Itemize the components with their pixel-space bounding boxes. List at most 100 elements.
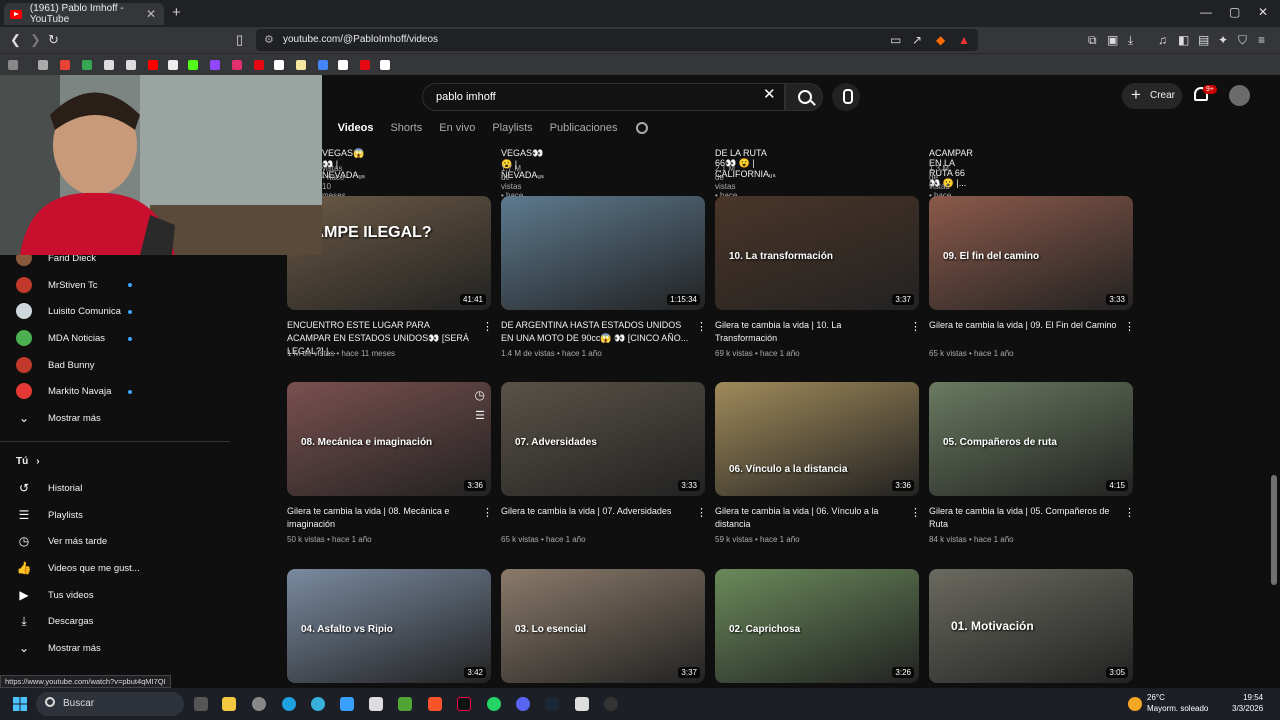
minimize-icon[interactable]: —: [1200, 5, 1212, 19]
bookmark-download-icon[interactable]: [38, 60, 48, 70]
share-icon[interactable]: ↗: [912, 33, 922, 47]
taskbar-search[interactable]: Buscar: [36, 692, 184, 716]
tiktok-icon[interactable]: [457, 697, 471, 711]
edge-icon[interactable]: [282, 697, 296, 711]
extensions-icon[interactable]: ⧉: [1088, 33, 1097, 48]
bookmark-x-icon[interactable]: [274, 60, 284, 70]
more-options-icon[interactable]: ⋮: [910, 506, 921, 519]
video-thumbnail[interactable]: 09. El fin del camino 3:33: [929, 196, 1133, 310]
video-thumbnail[interactable]: 10. La transformación 3:37: [715, 196, 919, 310]
add-to-queue-icon[interactable]: ☰: [475, 409, 485, 422]
forward-icon[interactable]: ❯: [30, 32, 41, 48]
weather-widget[interactable]: 26°C Mayorm. soleado: [1147, 692, 1208, 714]
reload-icon[interactable]: ↻: [48, 32, 59, 48]
tab-close-icon[interactable]: ✕: [146, 7, 156, 21]
voice-search-icon[interactable]: [832, 83, 860, 111]
discord-icon[interactable]: [516, 697, 530, 711]
bookmark-icon[interactable]: [168, 60, 178, 70]
video-thumbnail[interactable]: 07. Adversidades 3:33: [501, 382, 705, 496]
video-title[interactable]: Gilera te cambia la vida | 06. Vínculo a…: [715, 505, 903, 531]
video-thumbnail[interactable]: 03. Lo esencial 3:37: [501, 569, 705, 683]
video-thumbnail[interactable]: 08. Mecánica e imaginación 3:36 ◷ ☰: [287, 382, 491, 496]
more-options-icon[interactable]: ⋮: [696, 320, 707, 333]
show-more-subscriptions[interactable]: ⌄ Mostrar más: [16, 408, 101, 428]
tab-shorts[interactable]: Shorts: [390, 122, 422, 134]
bookmark-icon[interactable]: [104, 60, 114, 70]
bookmark-netflix-icon[interactable]: [254, 60, 264, 70]
xbox-icon[interactable]: [398, 697, 412, 711]
bookmark-instagram-icon[interactable]: [232, 60, 242, 70]
account-avatar[interactable]: [1229, 85, 1250, 106]
search-input[interactable]: pablo imhoff: [422, 83, 785, 111]
sidebar-item-liked[interactable]: 👍 Videos que me gust...: [16, 558, 140, 578]
file-explorer-icon[interactable]: [222, 697, 236, 711]
store-icon[interactable]: [340, 697, 354, 711]
bookmark-icon[interactable]: [296, 60, 306, 70]
more-options-icon[interactable]: ⋮: [482, 506, 493, 519]
apps-icon[interactable]: [8, 60, 18, 70]
page-scrollbar[interactable]: [1271, 475, 1277, 585]
video-thumbnail[interactable]: 02. Caprichosa 3:26: [715, 569, 919, 683]
video-title[interactable]: Gilera te cambia la vida | 05. Compañero…: [929, 505, 1117, 531]
whatsapp-icon[interactable]: [487, 697, 501, 711]
capcut-active-icon[interactable]: [575, 697, 589, 711]
brave-icon[interactable]: [428, 697, 442, 711]
sidebar-item-history[interactable]: ↺ Historial: [16, 478, 82, 498]
screenshot-icon[interactable]: ▣: [1107, 33, 1118, 47]
video-thumbnail[interactable]: 05. Compañeros de ruta 4:15: [929, 382, 1133, 496]
sidebar-item-watch-later[interactable]: ◷ Ver más tarde: [16, 531, 107, 551]
sidebar-sub-item[interactable]: Markito Navaja: [16, 381, 111, 401]
back-icon[interactable]: ❮: [10, 32, 21, 48]
media-icon[interactable]: ♫: [1158, 33, 1167, 47]
system-clock[interactable]: 19:54 3/3/2026: [1232, 692, 1263, 714]
bookmark-translate-icon[interactable]: [318, 60, 328, 70]
sidebar-sub-item[interactable]: Bad Bunny: [16, 355, 94, 375]
video-title[interactable]: Gilera te cambia la vida | 10. La Transf…: [715, 319, 903, 345]
brave-shield-icon[interactable]: ◆: [936, 33, 945, 47]
sidebar-item-playlists[interactable]: ☰ Playlists: [16, 505, 83, 525]
clear-search-icon[interactable]: ✕: [763, 85, 776, 103]
settings-icon[interactable]: [252, 697, 266, 711]
maximize-icon[interactable]: ▢: [1229, 5, 1240, 19]
bookmark-gmail-icon[interactable]: [60, 60, 70, 70]
create-button[interactable]: + Crear: [1122, 83, 1182, 109]
video-thumbnail[interactable]: 06. Vínculo a la distancia 3:36: [715, 382, 919, 496]
vpn-icon[interactable]: ⛉: [1238, 33, 1247, 48]
video-title[interactable]: DE ARGENTINA HASTA ESTADOS UNIDOS EN UNA…: [501, 319, 689, 345]
more-options-icon[interactable]: ⋮: [1124, 320, 1135, 333]
more-options-icon[interactable]: ⋮: [482, 320, 493, 333]
new-tab-icon[interactable]: +: [172, 4, 181, 21]
bookmark-twitch-icon[interactable]: [210, 60, 220, 70]
sidebar-sub-item[interactable]: Luisito Comunica: [16, 301, 121, 321]
browser-tab[interactable]: (1961) Pablo Imhoff - YouTube ✕: [4, 3, 164, 25]
video-title[interactable]: Gilera te cambia la vida | 07. Adversida…: [501, 505, 689, 518]
you-section-header[interactable]: Tú ›: [16, 451, 40, 471]
video-title[interactable]: Gilera te cambia la vida | 08. Mecánica …: [287, 505, 475, 531]
show-more-you[interactable]: ⌄ Mostrar más: [16, 638, 101, 658]
brave-rewards-icon[interactable]: ▲: [958, 33, 970, 47]
bookmark-icon[interactable]: [126, 60, 136, 70]
sidebar-item-your-videos[interactable]: ▶ Tus videos: [16, 585, 93, 605]
video-thumbnail[interactable]: 01. Motivación 3:05: [929, 569, 1133, 683]
bookmark-icon[interactable]: ▯: [236, 32, 243, 48]
watch-later-icon[interactable]: ◷: [475, 388, 485, 402]
sidebar-sub-item[interactable]: MDA Noticias: [16, 328, 105, 348]
url-field[interactable]: ⚙ youtube.com/@PabloImhoff/videos: [256, 29, 978, 51]
sidebar-toggle-icon[interactable]: ◧: [1178, 33, 1189, 47]
close-window-icon[interactable]: ✕: [1258, 5, 1268, 19]
windows-start-icon[interactable]: [13, 697, 27, 711]
bookmark-kick-icon[interactable]: [188, 60, 198, 70]
tab-playlists[interactable]: Playlists: [492, 122, 532, 134]
more-options-icon[interactable]: ⋮: [910, 320, 921, 333]
bookmark-icon[interactable]: [338, 60, 348, 70]
search-button[interactable]: [785, 83, 823, 111]
downloads-icon[interactable]: ⤓: [1128, 33, 1133, 48]
leo-ai-icon[interactable]: ✦: [1218, 33, 1228, 47]
bookmark-tiktok-icon[interactable]: [380, 60, 390, 70]
menu-icon[interactable]: ≡: [1258, 33, 1265, 47]
sidebar-sub-item[interactable]: MrStiven Tc: [16, 275, 97, 295]
bookmark-icon[interactable]: [360, 60, 370, 70]
video-thumbnail[interactable]: 04. Asfalto vs Ripio 3:42: [287, 569, 491, 683]
bookmark-maps-icon[interactable]: [82, 60, 92, 70]
cast-icon[interactable]: ▭: [890, 33, 901, 47]
